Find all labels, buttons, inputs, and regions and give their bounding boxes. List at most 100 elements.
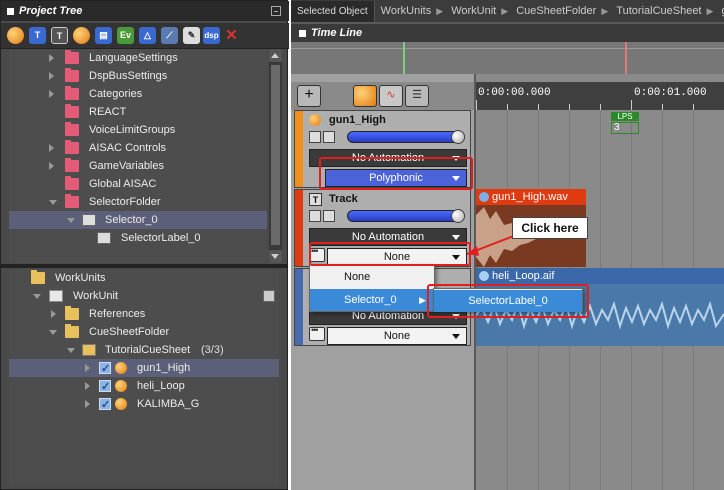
tree-item-kalimba-g[interactable]: KALIMBA_G — [9, 395, 279, 414]
breadcrumb: Selected Object WorkUnits ▶ WorkUnit ▶ Cue… — [291, 0, 724, 22]
tree-item-game-variables[interactable]: GameVariables — [9, 157, 267, 175]
timeline-area[interactable]: 0:00:00.000 0:00:01.000 LPS 3 gun1_High.… — [476, 74, 724, 490]
folder-icon — [65, 122, 79, 136]
tree-item-selector-label-0[interactable]: SelectorLabel_0 — [9, 229, 267, 247]
mute-icon[interactable] — [309, 210, 321, 222]
cuesheet-icon — [82, 344, 96, 356]
folder-icon — [65, 176, 79, 190]
panel-splitter[interactable] — [1, 264, 287, 268]
cue-orb-icon[interactable] — [353, 85, 377, 107]
collapse-arrow-icon[interactable] — [67, 348, 75, 353]
selector-icon[interactable] — [309, 325, 325, 341]
checkbox-icon[interactable] — [99, 360, 111, 378]
menu-item-none[interactable]: None — [310, 266, 434, 288]
tool-icon[interactable]: ✎ — [183, 27, 200, 44]
track-type-icon: T — [309, 193, 322, 206]
tree-scrollbar[interactable] — [269, 49, 282, 263]
tree-item-gun1-high[interactable]: gun1_High — [9, 359, 279, 378]
dsp-icon[interactable]: dsp — [203, 27, 220, 44]
time-ruler[interactable]: 0:00:00.000 0:00:01.000 — [476, 82, 724, 110]
minimize-icon[interactable] — [271, 6, 281, 16]
timeline-panel: Selected Object WorkUnits ▶ WorkUnit ▶ Cue… — [291, 0, 724, 490]
cue-icon — [115, 362, 127, 374]
expand-arrow-icon[interactable] — [49, 72, 54, 80]
breadcrumb-separator-icon: ▶ — [601, 6, 609, 16]
tree-item-dsp-bus-settings[interactable]: DspBusSettings — [9, 67, 267, 85]
submenu-arrow-icon: ▶ — [419, 295, 426, 305]
aisac-icon[interactable]: △ — [139, 27, 156, 44]
tree-item-work-units[interactable]: WorkUnits — [9, 269, 279, 287]
collapse-arrow-icon[interactable] — [33, 294, 41, 299]
selector-dropdown[interactable]: None — [327, 327, 467, 345]
timeline-title-bar: Time Line — [291, 24, 724, 42]
list-view-icon[interactable]: ☰ — [405, 85, 429, 107]
new-text-icon[interactable]: T — [51, 27, 68, 44]
tree-item-tutorial-cue-sheet[interactable]: TutorialCueSheet (3/3) — [9, 341, 279, 359]
tree-item-selector-folder[interactable]: SelectorFolder — [9, 193, 267, 211]
tree-item-language-settings[interactable]: LanguageSettings — [9, 49, 267, 67]
tree-item-work-unit[interactable]: WorkUnit — [9, 287, 279, 305]
lps-marker[interactable]: LPS — [611, 112, 639, 121]
tree-item-global-aisac[interactable]: Global AISAC — [9, 175, 267, 193]
collapse-arrow-icon[interactable] — [49, 330, 57, 335]
tree-item-voice-limit-groups[interactable]: VoiceLimitGroups — [9, 121, 267, 139]
expand-arrow-icon[interactable] — [85, 382, 90, 390]
breadcrumb-item[interactable]: WorkUnit — [448, 0, 499, 22]
mute-icon[interactable] — [309, 131, 321, 143]
overview-start-marker[interactable] — [403, 42, 405, 74]
solo-icon[interactable] — [323, 131, 335, 143]
timeline-overview[interactable] — [291, 42, 724, 74]
automation-curve-icon[interactable]: ∿ — [379, 85, 403, 107]
scroll-down-icon[interactable] — [269, 250, 282, 263]
collapse-arrow-icon[interactable] — [67, 218, 75, 223]
save-icon[interactable] — [263, 290, 275, 302]
expand-arrow-icon[interactable] — [51, 310, 56, 318]
event-icon[interactable]: Ev — [117, 27, 134, 44]
expand-arrow-icon[interactable] — [49, 144, 54, 152]
cue-icon — [309, 114, 321, 126]
checkbox-icon[interactable] — [99, 378, 111, 396]
new-track-icon[interactable]: T — [29, 27, 46, 44]
collapse-arrow-icon[interactable] — [49, 200, 57, 205]
track-name: Track — [329, 193, 358, 205]
tree-item-aisac-controls[interactable]: AISAC Controls — [9, 139, 267, 157]
tree-item-categories[interactable]: Categories — [9, 85, 267, 103]
breadcrumb-item[interactable]: TutorialCueSheet — [613, 0, 704, 22]
volume-slider[interactable] — [347, 130, 465, 144]
scrollbar-thumb[interactable] — [271, 65, 280, 245]
expand-arrow-icon[interactable] — [85, 400, 90, 408]
solo-icon[interactable] — [323, 210, 335, 222]
add-track-icon[interactable]: + — [297, 85, 321, 107]
scroll-up-icon[interactable] — [269, 49, 282, 62]
menu-item-selector-0[interactable]: Selector_0 ▶ — [310, 289, 434, 311]
volume-knob[interactable] — [451, 209, 465, 223]
waveform-label: gun1_High.wav — [492, 191, 568, 203]
tree-item-cue-sheet-folder[interactable]: CueSheetFolder — [9, 323, 279, 341]
chevron-down-icon — [452, 334, 460, 339]
waveform-icon[interactable]: ▤ — [95, 27, 112, 44]
overview-end-marker[interactable] — [625, 42, 627, 74]
highlight-selector-dropdown — [309, 242, 471, 266]
panel-square-icon — [299, 29, 306, 37]
tree-item-heli-loop[interactable]: heli_Loop — [9, 377, 279, 396]
delete-icon[interactable]: ✕ — [223, 27, 240, 44]
volume-knob[interactable] — [451, 130, 465, 144]
expand-arrow-icon[interactable] — [49, 162, 54, 170]
expand-arrow-icon[interactable] — [49, 54, 54, 62]
tree-item-react[interactable]: REACT — [9, 103, 267, 121]
curve-icon[interactable]: ⟋ — [161, 27, 178, 44]
breadcrumb-item[interactable]: CueSheetFolder — [513, 0, 599, 22]
breadcrumb-item[interactable]: WorkUnits — [378, 0, 435, 22]
expand-arrow-icon[interactable] — [49, 90, 54, 98]
track-color-strip — [295, 111, 303, 187]
volume-slider[interactable] — [347, 209, 465, 223]
tree-item-selector-0[interactable]: Selector_0 — [9, 211, 267, 229]
cue-orb-icon[interactable] — [73, 27, 90, 44]
folder-icon — [65, 194, 79, 208]
tree-item-references[interactable]: References — [9, 305, 279, 323]
breadcrumb-item[interactable]: gu — [718, 0, 724, 22]
checkbox-icon[interactable] — [99, 396, 111, 414]
new-cue-icon[interactable] — [7, 27, 24, 44]
project-tree-title-bar: Project Tree — [1, 1, 289, 21]
expand-arrow-icon[interactable] — [85, 364, 90, 372]
